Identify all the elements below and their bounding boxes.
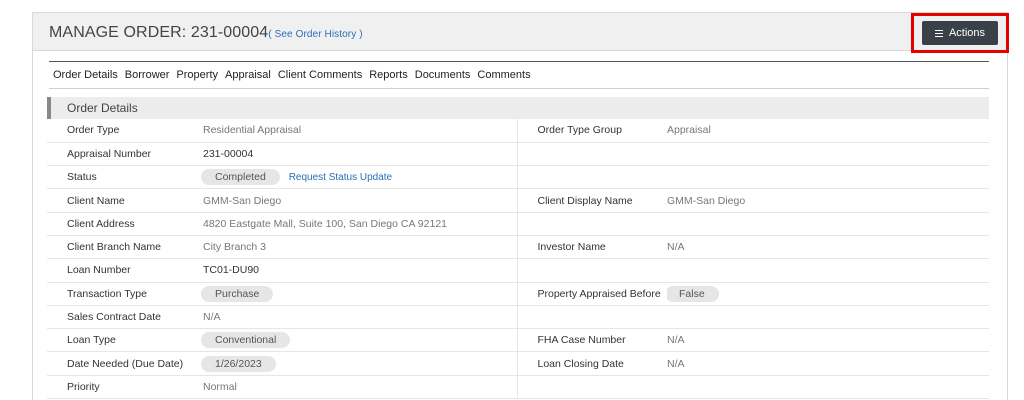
field-label: Client Display Name — [516, 188, 667, 213]
field-value — [667, 375, 989, 400]
field-label: FHA Case Number — [516, 328, 667, 353]
field-label — [516, 165, 667, 190]
field-label: Date Needed (Due Date) — [47, 351, 187, 376]
field-value: 1/26/2023 — [187, 351, 517, 376]
order-details-table: Order Type Residential Appraisal Order T… — [47, 119, 989, 400]
field-value: 231-00004 — [187, 142, 517, 167]
page-title: MANAGE ORDER: 231-00004( See Order Histo… — [49, 24, 363, 42]
field-value: N/A — [667, 328, 989, 353]
field-label: Status — [47, 165, 187, 190]
field-label — [516, 375, 667, 400]
table-row: Client Address 4820 Eastgate Mall, Suite… — [47, 212, 989, 236]
table-row: Loan Type Conventional FHA Case Number N… — [47, 328, 989, 353]
table-row: Client Name GMM-San Diego Client Display… — [47, 188, 989, 213]
field-label: Priority — [47, 375, 187, 400]
field-value: Normal — [187, 375, 517, 400]
field-label: Loan Number — [47, 258, 187, 283]
table-row: Client Branch Name City Branch 3 Investo… — [47, 235, 989, 260]
menu-icon — [934, 29, 943, 37]
field-value: N/A — [667, 235, 989, 260]
actions-button[interactable]: Actions — [922, 21, 998, 45]
field-label: Property Appraised Before — [516, 282, 667, 306]
status-badge: Completed — [201, 169, 280, 186]
table-row: Sales Contract Date N/A — [47, 305, 989, 330]
field-label: Loan Type — [47, 328, 187, 353]
field-value: GMM-San Diego — [667, 188, 989, 213]
tab-appraisal[interactable]: Appraisal — [225, 69, 271, 81]
field-label: Transaction Type — [47, 282, 187, 306]
tab-reports[interactable]: Reports — [369, 69, 408, 81]
field-value: Conventional — [187, 328, 517, 353]
page-title-prefix: MANAGE ORDER: — [49, 24, 191, 41]
field-value: 4820 Eastgate Mall, Suite 100, San Diego… — [187, 212, 517, 236]
field-value — [667, 142, 989, 167]
request-status-update-link[interactable]: Request Status Update — [289, 172, 392, 183]
order-tabs: Order Details Borrower Property Appraisa… — [49, 61, 989, 89]
table-row: Order Type Residential Appraisal Order T… — [47, 119, 989, 143]
field-label — [516, 142, 667, 167]
section-title: Order Details — [47, 97, 989, 119]
tab-client-comments[interactable]: Client Comments — [278, 69, 362, 81]
field-value — [667, 258, 989, 283]
field-label: Loan Closing Date — [516, 351, 667, 376]
field-value: Residential Appraisal — [187, 119, 517, 143]
field-value — [667, 305, 989, 330]
field-label: Client Name — [47, 188, 187, 213]
field-label: Order Type — [47, 119, 187, 143]
field-value: Appraisal — [667, 119, 989, 143]
table-row: Transaction Type Purchase Property Appra… — [47, 282, 989, 306]
field-label: Client Branch Name — [47, 235, 187, 260]
tab-documents[interactable]: Documents — [415, 69, 471, 81]
transaction-type-badge: Purchase — [201, 285, 274, 302]
appraised-before-badge: False — [667, 285, 719, 302]
panel-header: MANAGE ORDER: 231-00004( See Order Histo… — [33, 13, 1009, 53]
field-label: Sales Contract Date — [47, 305, 187, 330]
field-label — [516, 212, 667, 236]
table-row: Loan Number TC01-DU90 — [47, 258, 989, 283]
tab-order-details[interactable]: Order Details — [53, 69, 118, 81]
tab-comments[interactable]: Comments — [477, 69, 530, 81]
field-value: False — [667, 282, 989, 306]
due-date-badge: 1/26/2023 — [201, 355, 276, 372]
table-row: Status Completed Request Status Update — [47, 165, 989, 190]
order-details-section: Order Details Order Type Residential App… — [47, 97, 989, 400]
field-label: Investor Name — [516, 235, 667, 260]
field-value: N/A — [667, 351, 989, 376]
order-number: 231-00004 — [190, 24, 269, 41]
field-label — [516, 305, 667, 330]
field-value: Completed Request Status Update — [187, 165, 517, 190]
field-value — [667, 212, 989, 236]
field-value: TC01-DU90 — [187, 258, 517, 283]
table-row: Date Needed (Due Date) 1/26/2023 Loan Cl… — [47, 351, 989, 376]
field-label: Order Type Group — [516, 119, 667, 143]
table-row: Priority Normal — [47, 375, 989, 400]
actions-button-label: Actions — [948, 27, 986, 39]
manage-order-panel: MANAGE ORDER: 231-00004( See Order Histo… — [32, 12, 1009, 400]
field-label: Client Address — [47, 212, 187, 236]
field-value: GMM-San Diego — [187, 188, 517, 213]
field-label — [516, 258, 667, 283]
loan-type-badge: Conventional — [201, 332, 291, 349]
field-value: City Branch 3 — [187, 235, 517, 260]
tab-borrower[interactable]: Borrower — [125, 69, 170, 81]
see-order-history-link[interactable]: ( See Order History ) — [268, 29, 362, 40]
field-value: Purchase — [187, 282, 517, 306]
field-value — [667, 165, 989, 190]
tab-property[interactable]: Property — [176, 69, 218, 81]
field-value: N/A — [187, 305, 517, 330]
table-row: Appraisal Number 231-00004 — [47, 142, 989, 167]
field-label: Appraisal Number — [47, 142, 187, 167]
